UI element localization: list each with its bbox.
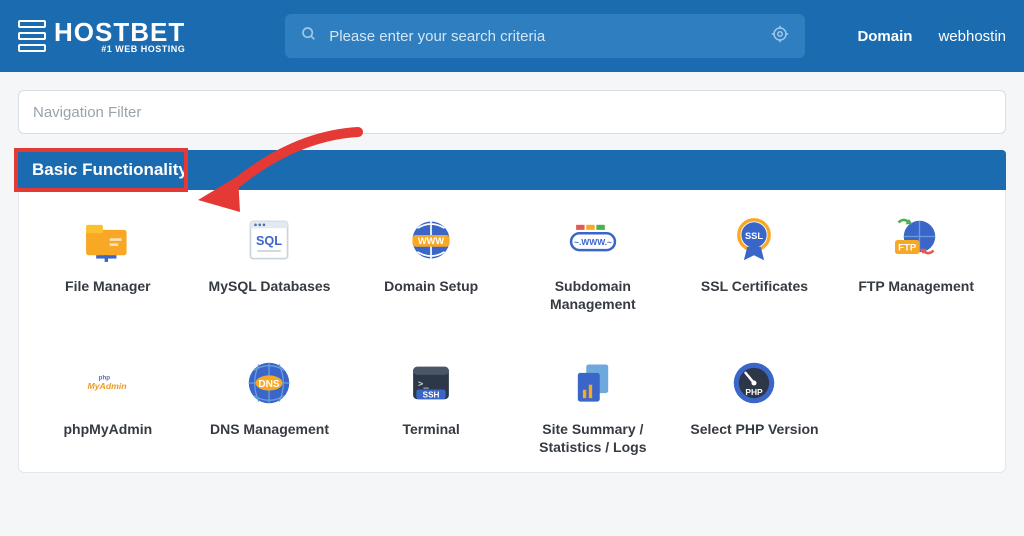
sql-icon: SQL bbox=[241, 212, 297, 268]
item-label: DNS Management bbox=[210, 421, 329, 439]
top-bar: HOSTBET #1 WEB HOSTING Domain webhostin bbox=[0, 0, 1024, 72]
search-input[interactable] bbox=[329, 28, 759, 45]
svg-text:PHP: PHP bbox=[746, 387, 764, 397]
terminal-icon: >_ SSH bbox=[403, 355, 459, 411]
item-dns-management[interactable]: DNS DNS Management bbox=[193, 355, 347, 456]
item-label: File Manager bbox=[65, 278, 151, 296]
nav-account[interactable]: webhostin bbox=[938, 28, 1006, 45]
svg-text:php: php bbox=[98, 374, 110, 381]
item-ftp-management[interactable]: FTP FTP Management bbox=[839, 212, 993, 313]
features-grid: File Manager SQL MySQL Databases WWW Dom… bbox=[31, 212, 993, 456]
item-label: FTP Management bbox=[858, 278, 974, 296]
svg-text:MyAdmin: MyAdmin bbox=[87, 381, 126, 391]
item-mysql-databases[interactable]: SQL MySQL Databases bbox=[193, 212, 347, 313]
phpmyadmin-icon: phpMyAdmin bbox=[80, 355, 136, 411]
svg-text:WWW: WWW bbox=[418, 236, 444, 246]
item-ssl-certificates[interactable]: SSL SSL Certificates bbox=[678, 212, 832, 313]
item-label: Domain Setup bbox=[384, 278, 478, 296]
item-subdomain-management[interactable]: ~.WWW.~ Subdomain Management bbox=[516, 212, 670, 313]
target-icon[interactable] bbox=[771, 25, 789, 48]
item-label: MySQL Databases bbox=[209, 278, 331, 296]
item-label: Subdomain Management bbox=[516, 278, 670, 313]
nav-domain[interactable]: Domain bbox=[857, 28, 912, 45]
item-select-php-version[interactable]: PHP Select PHP Version bbox=[678, 355, 832, 456]
svg-text:SSL: SSL bbox=[745, 231, 763, 241]
dns-globe-icon: DNS bbox=[241, 355, 297, 411]
item-label: SSL Certificates bbox=[701, 278, 808, 296]
features-panel: File Manager SQL MySQL Databases WWW Dom… bbox=[18, 190, 1006, 473]
svg-text:DNS: DNS bbox=[259, 379, 281, 390]
main-content: Basic Functionality File Manager SQL MyS… bbox=[0, 72, 1024, 473]
item-label: Site Summary / Statistics / Logs bbox=[516, 421, 670, 456]
section-header[interactable]: Basic Functionality bbox=[18, 150, 1006, 190]
ssl-badge-icon: SSL bbox=[726, 212, 782, 268]
search-icon bbox=[301, 26, 317, 47]
brand-logo[interactable]: HOSTBET #1 WEB HOSTING bbox=[18, 19, 185, 54]
svg-text:SSH: SSH bbox=[423, 391, 440, 400]
item-label: Select PHP Version bbox=[690, 421, 818, 439]
section-title: Basic Functionality bbox=[18, 150, 202, 190]
search-bar[interactable] bbox=[285, 14, 805, 58]
navigation-filter-input[interactable] bbox=[18, 90, 1006, 134]
item-phpmyadmin[interactable]: phpMyAdmin phpMyAdmin bbox=[31, 355, 185, 456]
svg-text:SQL: SQL bbox=[256, 234, 282, 248]
svg-text:FTP: FTP bbox=[898, 243, 917, 254]
svg-text:~.WWW.~: ~.WWW.~ bbox=[574, 237, 612, 247]
stats-icon bbox=[565, 355, 621, 411]
item-file-manager[interactable]: File Manager bbox=[31, 212, 185, 313]
svg-text:>_: >_ bbox=[418, 379, 429, 389]
ftp-globe-icon: FTP bbox=[888, 212, 944, 268]
globe-www-icon: WWW bbox=[403, 212, 459, 268]
brand-name: HOSTBET bbox=[54, 19, 185, 45]
item-domain-setup[interactable]: WWW Domain Setup bbox=[354, 212, 508, 313]
item-label: Terminal bbox=[403, 421, 460, 439]
brand-text: HOSTBET #1 WEB HOSTING bbox=[54, 19, 185, 54]
item-label: phpMyAdmin bbox=[64, 421, 153, 439]
item-site-summary[interactable]: Site Summary / Statistics / Logs bbox=[516, 355, 670, 456]
folder-icon bbox=[80, 212, 136, 268]
url-bar-icon: ~.WWW.~ bbox=[565, 212, 621, 268]
nav-links: Domain webhostin bbox=[857, 28, 1006, 45]
php-gauge-icon: PHP bbox=[726, 355, 782, 411]
server-icon bbox=[18, 20, 46, 52]
item-terminal[interactable]: >_ SSH Terminal bbox=[354, 355, 508, 456]
